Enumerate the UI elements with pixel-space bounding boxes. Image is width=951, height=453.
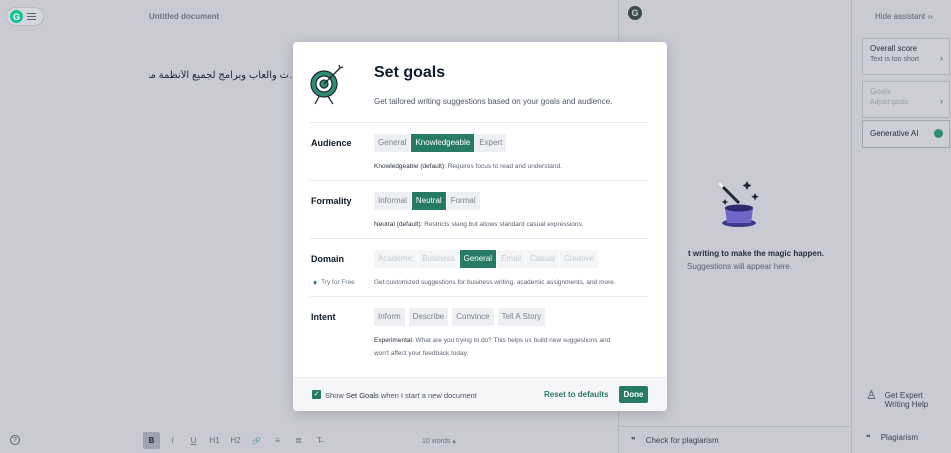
grammarly-menu-button[interactable]: G (6, 7, 44, 26)
show-set-goals-checkbox[interactable]: ✓ (312, 390, 321, 399)
diamond-icon: ♦ (313, 278, 318, 287)
hide-assistant-button[interactable]: Hide assistant ›› (875, 12, 933, 21)
overall-score-title: Overall score (870, 44, 918, 53)
formality-section: Formality Informal Neutral Formal Neutra… (310, 180, 648, 238)
check-plagiarism-label: Check for plagiarism (645, 435, 719, 445)
plagiarism-label: Plagiarism (880, 433, 919, 442)
done-button[interactable]: Done (619, 386, 648, 403)
italic-button[interactable]: I (164, 432, 181, 449)
grammarly-logo-icon: G (10, 10, 23, 23)
audience-section: Audience General Knowledgeable Expert Kn… (310, 122, 648, 180)
plagiarism-button[interactable]: ❝ Plagiarism (866, 433, 918, 442)
ordered-list-button[interactable]: ≡ (269, 432, 286, 449)
intent-option-tell-a-story[interactable]: Tell A Story (497, 308, 546, 326)
domain-option-business[interactable]: Business (418, 250, 459, 268)
magic-hat-icon (709, 175, 769, 235)
expert-help-button[interactable]: ♙ Get Expert Writing Help (866, 388, 935, 409)
audience-options: General Knowledgeable Expert (374, 134, 507, 152)
link-icon[interactable]: 🔗 (248, 432, 265, 449)
underline-button[interactable]: U (185, 432, 202, 449)
heading2-button[interactable]: H2 (227, 432, 244, 449)
dialog-subtitle: Get tailored writing suggestions based o… (374, 97, 613, 106)
dialog-title: Set goals (374, 64, 446, 81)
dialog-footer: ✓ Show Set Goals when I start a new docu… (293, 377, 667, 411)
quote-icon: ❝ (866, 433, 871, 442)
domain-options: Academic Business General Email Casual C… (374, 250, 598, 268)
generative-ai-label: Generative AI (870, 129, 919, 138)
goals-sub: Adjust goals (870, 99, 909, 106)
bullet-list-button[interactable]: ≣ (290, 432, 307, 449)
formality-options: Informal Neutral Formal (374, 192, 480, 210)
audience-option-expert[interactable]: Expert (475, 134, 507, 152)
goals-card[interactable]: Goals Adjust goals › (862, 81, 950, 118)
generative-ai-button[interactable]: Generative AI (862, 120, 950, 148)
formality-description: Neutral (default): Restricts slang but a… (374, 221, 584, 228)
person-icon: ♙ (866, 388, 877, 402)
overall-score-sub: Text is too short (870, 56, 920, 63)
try-for-free-link[interactable]: ♦ Try for Free (313, 278, 355, 287)
audience-option-general[interactable]: General (374, 134, 411, 152)
intent-option-convince[interactable]: Convince (452, 308, 494, 326)
goals-title: Goals (870, 87, 891, 96)
domain-option-email[interactable]: Email (497, 250, 526, 268)
format-toolbar: B I U H1 H2 🔗 ≡ ≣ T̶ (143, 432, 328, 449)
set-goals-dialog: Set goals Get tailored writing suggestio… (293, 42, 667, 411)
audience-option-knowledgeable[interactable]: Knowledgeable (411, 134, 475, 152)
domain-section: Domain ♦ Try for Free Academic Business … (310, 238, 648, 296)
intent-label: Intent (311, 312, 336, 322)
formality-option-informal[interactable]: Informal (374, 192, 411, 210)
intent-option-describe[interactable]: Describe (408, 308, 449, 326)
menu-icon (27, 13, 36, 20)
quote-icon: ❞ (631, 435, 636, 445)
right-sidebar: Hide assistant ›› Overall score Text is … (851, 0, 951, 453)
bold-button[interactable]: B (143, 432, 160, 449)
chevron-right-icon: › (940, 53, 943, 63)
formality-option-formal[interactable]: Formal (446, 192, 480, 210)
domain-label: Domain (311, 254, 345, 264)
intent-section: Intent Inform Describe Convince Tell A S… (310, 296, 648, 377)
domain-option-general[interactable]: General (459, 250, 497, 268)
chevron-right-icon: › (940, 96, 943, 106)
overall-score-card[interactable]: Overall score Text is too short › (862, 38, 950, 75)
audience-description: Knowledgeable (default): Requires focus … (374, 163, 562, 170)
formality-option-neutral[interactable]: Neutral (411, 192, 446, 210)
domain-option-academic[interactable]: Academic (374, 250, 418, 268)
formality-label: Formality (311, 196, 352, 206)
grammarly-logo-icon: G (628, 6, 642, 20)
show-set-goals-label: Show Set Goals when I start a new docume… (325, 391, 477, 400)
intent-description: Experimental. What are you trying to do?… (374, 337, 611, 357)
try-for-free-label: Try for Free (321, 279, 355, 286)
target-icon (309, 64, 345, 105)
clear-format-button[interactable]: T̶ (311, 432, 328, 449)
domain-option-casual[interactable]: Casual (526, 250, 559, 268)
intent-options: Inform Describe Convince Tell A Story (374, 308, 546, 326)
expert-help-label: Get Expert Writing Help (884, 391, 929, 409)
audience-label: Audience (311, 138, 352, 148)
document-body[interactable]: …ت والعاب وبرامج لجميع الأنظمة مجانًا (149, 70, 299, 81)
domain-description: Get customized suggestions for business … (374, 279, 616, 286)
word-count[interactable]: 10 words ▴ (422, 437, 456, 445)
check-plagiarism-button[interactable]: ❞ Check for plagiarism (619, 426, 852, 453)
generative-ai-icon (934, 129, 943, 138)
document-title[interactable]: Untitled document (149, 12, 219, 21)
domain-option-creative[interactable]: Creative (559, 250, 598, 268)
heading1-button[interactable]: H1 (206, 432, 223, 449)
help-icon[interactable]: ? (10, 435, 20, 445)
reset-to-defaults-button[interactable]: Reset to defaults (544, 390, 608, 399)
intent-option-inform[interactable]: Inform (374, 308, 405, 326)
